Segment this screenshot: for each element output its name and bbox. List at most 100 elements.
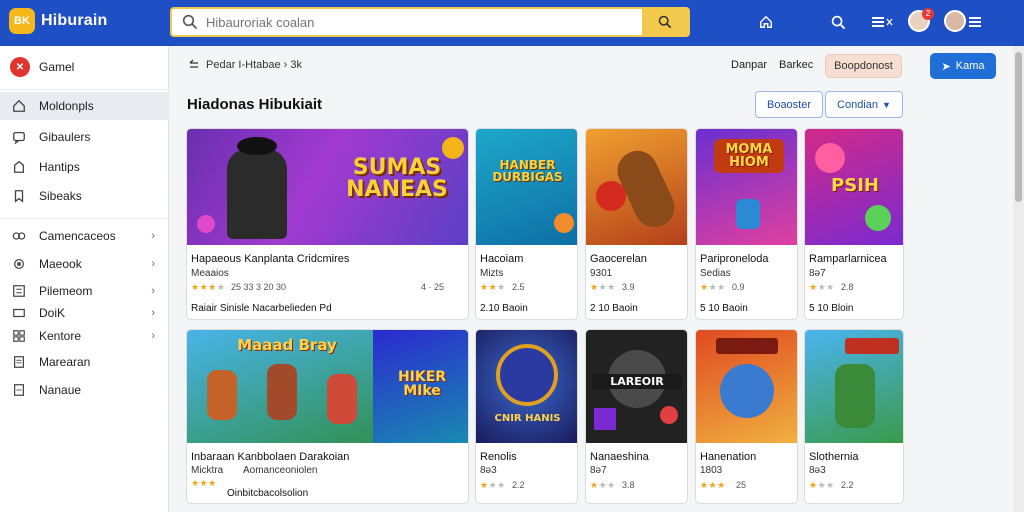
chat-icon xyxy=(11,129,27,145)
star-rating: ★★★ xyxy=(700,282,726,292)
rating-value: 2.2 xyxy=(512,480,525,490)
chevron-right-icon: › xyxy=(151,230,155,242)
card-price: Oinbitcbacolsolion xyxy=(227,488,309,499)
decor-orb xyxy=(660,406,678,424)
game-card[interactable]: Hanenation 1803 ★★★ 25 xyxy=(695,329,798,504)
divider xyxy=(0,89,169,90)
card-subtitle: 8ə3 xyxy=(480,465,497,476)
sidebar-item-label: Gamel xyxy=(39,60,75,74)
badge-image xyxy=(496,344,558,406)
profile-avatar[interactable] xyxy=(944,10,966,32)
main-content: Pedar I-Htabae › 3k Danpar Barkec Boopdo… xyxy=(170,46,1012,512)
sidebar-item-label: Sibeaks xyxy=(39,189,82,203)
character-image xyxy=(327,374,357,424)
top-link-a[interactable]: Danpar xyxy=(731,59,767,71)
rating-count: 4 · 25 xyxy=(421,282,445,292)
chevron-right-icon: › xyxy=(151,285,155,297)
sidebar-item-gamepad[interactable]: Camencaceos › xyxy=(0,223,169,249)
game-card[interactable]: Maaad Bray HIKER MIke Inbaraan Kanbbolae… xyxy=(186,329,469,504)
sidebar-item-bookmark[interactable]: Sibeaks xyxy=(0,183,169,209)
star-rating: ★★★ xyxy=(809,480,835,490)
game-thumbnail: LAREOIR xyxy=(586,330,687,443)
scrollbar-thumb[interactable] xyxy=(1015,52,1022,202)
star-rating: ★★★ xyxy=(700,480,726,490)
star-rating: ★★★ xyxy=(480,480,506,490)
game-thumbnail: CNIR HANIS xyxy=(476,330,577,443)
rating-value: 2.2 xyxy=(841,480,854,490)
controller-icon xyxy=(11,256,27,272)
sidebar-item-doc[interactable]: Marearan xyxy=(0,349,169,375)
sort-dropdown[interactable]: Condian ▼ xyxy=(825,91,903,118)
sidebar-item-grid[interactable]: Kentore › xyxy=(0,323,169,349)
game-thumbnail: SUMAS NANEAS xyxy=(187,129,468,245)
breadcrumb[interactable]: Pedar I-Htabae › 3k xyxy=(188,59,302,71)
game-logo-icon: ✕ xyxy=(10,57,30,77)
character-image xyxy=(596,181,626,211)
search-button[interactable] xyxy=(642,9,688,35)
title-banner xyxy=(845,338,899,354)
chevron-down-icon: ▼ xyxy=(882,99,891,110)
card-price: 2.10 Baoin xyxy=(480,303,528,314)
back-arrow-icon[interactable] xyxy=(188,59,200,71)
sidebar-item-games[interactable]: ✕ Gamel xyxy=(0,54,169,80)
sidebar-item-label: Gibaulers xyxy=(39,130,91,144)
game-card[interactable]: HANBER DURBIGAS Hacoiam Mizts ★★★ 2.5 2.… xyxy=(475,128,578,320)
game-thumbnail: MOMA HIOM xyxy=(696,129,797,245)
decor-orb xyxy=(815,143,845,173)
game-card[interactable]: MOMA HIOM Pariproneloda Sedias ★★★ 0.9 5… xyxy=(695,128,798,320)
game-card[interactable]: PSIH Ramparlarnicea 8ə7 ★★★ 2.8 5 10 Blo… xyxy=(804,128,904,320)
app-name[interactable]: Hiburain xyxy=(41,12,108,30)
sort-label: Condian xyxy=(837,98,879,111)
card-title: Gaocerelan xyxy=(590,253,647,265)
menu-grid-icon[interactable] xyxy=(870,12,896,32)
section-title: Hiadonas Hibukiait xyxy=(187,96,323,113)
search-icon xyxy=(658,15,672,29)
sidebar-item-chat[interactable]: Gibaulers xyxy=(0,124,169,150)
breadcrumb-text: Pedar I-Htabae › 3k xyxy=(206,59,302,71)
card-subtitle: 9301 xyxy=(590,268,613,279)
character-image xyxy=(227,149,287,239)
doc-icon xyxy=(11,354,27,370)
game-card[interactable]: Slothernia 8ə3 ★★★ 2.2 xyxy=(804,329,904,504)
filter-button[interactable]: Boaoster xyxy=(755,91,823,118)
sidebar-item-controller[interactable]: Maeook › xyxy=(0,251,169,277)
character-image xyxy=(835,364,875,428)
search-input[interactable] xyxy=(206,12,606,32)
game-card[interactable]: CNIR HANIS Renolis 8ə3 ★★★ 2.2 xyxy=(475,329,578,504)
card-subtitle-2: Aomanceoniolen xyxy=(243,465,318,476)
card-title: Inbaraan Kanbbolaen Darakoian xyxy=(191,451,350,463)
card-title: Nanaeshina xyxy=(590,451,649,463)
pill-button[interactable]: Boopdonost xyxy=(825,54,902,78)
rating-value: 3.8 xyxy=(622,480,635,490)
star-rating: ★★★ xyxy=(590,282,616,292)
scrollbar[interactable] xyxy=(1013,46,1024,512)
rating-value: 0.9 xyxy=(732,282,745,292)
app-logo[interactable]: BK xyxy=(9,8,35,34)
sidebar-item-home[interactable]: Moldonpls xyxy=(0,92,169,120)
search-icon[interactable] xyxy=(828,12,848,32)
game-card[interactable]: Gaocerelan 9301 ★★★ 3.9 2 10 Baoin xyxy=(585,128,688,320)
game-thumbnail xyxy=(805,330,903,443)
card-subtitle: Meaaios xyxy=(191,268,229,279)
sidebar-item-tag[interactable]: Hantips xyxy=(0,154,169,180)
card-title: Ramparlarnicea xyxy=(809,253,887,265)
game-card[interactable]: SUMAS NANEAS Hapaeous Kanplanta Cridcmir… xyxy=(186,128,469,320)
sidebar-item-file[interactable]: Nanaue xyxy=(0,377,169,403)
decor-block xyxy=(594,408,616,430)
primary-button[interactable]: ➤ Kama xyxy=(930,53,996,79)
sidebar-item-label: Pilemeom xyxy=(39,284,93,298)
card-subtitle: Micktra xyxy=(191,465,224,476)
game-card[interactable]: LAREOIR Nanaeshina 8ə7 ★★★ 3.8 xyxy=(585,329,688,504)
card-icon xyxy=(11,305,27,321)
chevron-right-icon: › xyxy=(151,330,155,342)
gamepad-icon xyxy=(11,228,27,244)
tag-icon xyxy=(11,159,27,175)
home-icon[interactable] xyxy=(756,12,776,32)
card-title: Hacoiam xyxy=(480,253,524,265)
game-thumbnail xyxy=(696,330,797,443)
top-link-b[interactable]: Barkec xyxy=(779,59,813,71)
menu-icon[interactable] xyxy=(968,12,982,32)
decor-orb xyxy=(554,213,574,233)
rating-value: 2.5 xyxy=(512,282,525,292)
game-thumbnail: HANBER DURBIGAS xyxy=(476,129,577,245)
